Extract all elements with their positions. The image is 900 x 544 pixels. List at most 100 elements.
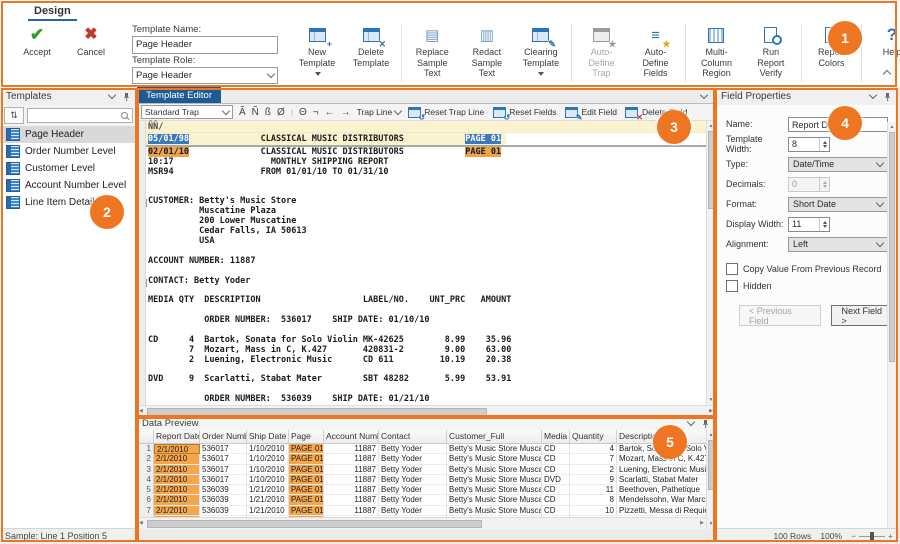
format-select[interactable]: Short Date [788, 197, 888, 212]
scrollbar-thumb[interactable] [708, 440, 714, 490]
templates-search-input[interactable] [27, 108, 133, 123]
chevron-down-icon[interactable] [869, 91, 877, 99]
ribbon-button-auto-define-fields[interactable]: ≡★Auto-Define Fields [628, 22, 682, 84]
sidebar-item-account-number-level[interactable]: Account Number Level [0, 177, 137, 194]
scrollbar-thumb[interactable] [147, 408, 487, 416]
pin-icon[interactable] [701, 419, 710, 429]
chevron-down-icon[interactable] [700, 91, 708, 99]
display-width-stepper[interactable]: 11 [788, 217, 830, 232]
zoom-out-button[interactable]: − [851, 531, 856, 541]
zoom-slider-track[interactable] [859, 536, 885, 537]
report-line[interactable]: USA [148, 237, 706, 247]
table-row[interactable]: 22/1/20105360171/10/2010PAGE 0111887Bett… [137, 454, 706, 464]
nonblank-trap-button[interactable]: Ø [277, 107, 285, 118]
alpha-trap-button[interactable]: Ã [239, 107, 246, 118]
zoom-slider-thumb[interactable] [870, 532, 874, 541]
ribbon-button-delete-template[interactable]: ✕Delete Template [344, 22, 398, 84]
ribbon-button-replace-sample-text[interactable]: ▤Replace Sample Text [405, 22, 460, 84]
scroll-up-arrow[interactable]: ▲ [708, 123, 714, 129]
numeric-trap-button[interactable]: Ñ [252, 107, 259, 118]
column-header-order-number[interactable]: Order Number [200, 430, 247, 444]
reset-fields-button[interactable]: ↺Reset Fields [492, 107, 556, 118]
reset-trap-line-button[interactable]: ↺Reset Trap Line [407, 107, 484, 118]
scroll-down-arrow[interactable]: ▼ [708, 397, 714, 403]
editor-vertical-scrollbar[interactable]: ▲ ▼ [706, 121, 715, 405]
trap-type-select[interactable]: Standard Trap [141, 105, 233, 119]
copy-value-from-previous-record-checkbox[interactable]: Copy Value From Previous Record [715, 260, 898, 277]
scrollbar-thumb[interactable] [147, 520, 482, 528]
report-line[interactable]: CONTACT: Betty Yoder [148, 277, 706, 287]
preview-horizontal-scrollbar[interactable]: ◀ ▶ [137, 517, 706, 529]
zoom-slider[interactable]: − + [851, 531, 893, 541]
scrollbar-thumb[interactable] [889, 132, 895, 362]
sidebar-item-order-number-level[interactable]: Order Number Level [0, 143, 137, 160]
editor-horizontal-scrollbar[interactable]: ◀ ▶ [137, 405, 715, 417]
shift-right-button[interactable]: → [341, 107, 351, 118]
ribbon-button-report-colors[interactable]: Report Colors [804, 22, 858, 84]
template-width-stepper[interactable]: 8 [788, 137, 830, 152]
column-header-media[interactable]: Media [542, 430, 570, 444]
report-line[interactable]: DVD 9 Scarlatti, Stabat Mater SBT 48282 … [148, 375, 706, 385]
pin-icon[interactable] [883, 92, 892, 102]
table-row[interactable]: 62/1/20105360391/21/2010PAGE 0111887Bett… [137, 495, 706, 505]
report-view[interactable]: »02/01/10 CLASSICAL MUSIC DISTRIBUTORS P… [146, 147, 706, 405]
alignment-select[interactable]: Left [788, 237, 888, 252]
preview-vertical-scrollbar[interactable]: ▲ ▼ [706, 430, 715, 529]
chevron-down-icon[interactable] [108, 91, 116, 99]
column-header-contact[interactable]: Contact [379, 430, 447, 444]
sample-text-row[interactable]: 05/01/98 CLASSICAL MUSIC DISTRIBUTORS PA… [146, 133, 706, 147]
collapse-ribbon-chevron[interactable] [884, 64, 890, 82]
table-row[interactable]: 12/1/20105360171/10/2010PAGE 0111887Bett… [137, 444, 706, 454]
ribbon-button-new-template[interactable]: +New Template [290, 22, 344, 84]
blank-trap-button[interactable]: ß [265, 107, 271, 118]
or-trap-button[interactable]: Θ [299, 107, 307, 118]
report-line[interactable]: ORDER NUMBER: 536039 SHIP DATE: 01/21/10 [148, 395, 706, 405]
properties-vertical-scrollbar[interactable]: ▲ ▼ [887, 122, 896, 544]
type-select[interactable]: Date/Time [788, 157, 888, 172]
table-row[interactable]: 52/1/20105360391/21/2010PAGE 0111887Bett… [137, 485, 706, 495]
column-header-page[interactable]: Page [289, 430, 324, 444]
template-name-input[interactable]: Page Header [132, 36, 278, 54]
trap-line-row[interactable]: ÑÑ/ [146, 121, 706, 133]
sort-icon[interactable]: ⇅ [4, 107, 24, 124]
shift-left-button[interactable]: ← [325, 107, 335, 118]
column-header-ship-date[interactable]: Ship Date [247, 430, 289, 444]
tab-design[interactable]: Design [28, 0, 77, 21]
report-line[interactable] [148, 178, 706, 188]
column-header-quantity[interactable]: Quantity [570, 430, 617, 444]
ribbon-button-run-report-verify[interactable]: Run Report Verify [744, 22, 798, 84]
report-line[interactable]: 2 Luening, Electronic Music CD 611 10.19… [148, 356, 706, 366]
trap-line-dropdown[interactable]: Trap Line [357, 107, 402, 117]
scroll-right-arrow[interactable]: ▶ [709, 407, 713, 416]
sidebar-item-line-item-detail[interactable]: Line Item Detail [0, 194, 137, 211]
scroll-left-arrow[interactable]: ◀ [139, 407, 143, 416]
ribbon-button-clearing-template[interactable]: ✎Clearing Template [514, 22, 568, 84]
column-header-report-date[interactable]: Report Date [154, 430, 200, 444]
sidebar-item-page-header[interactable]: Page Header [0, 126, 137, 143]
accept-button[interactable]: ✔ Accept [10, 22, 64, 84]
delete-field-button[interactable]: ✕Delete Field [625, 107, 687, 118]
ribbon-button-multi-column-region[interactable]: Multi-Column Region [689, 22, 744, 84]
name-input[interactable]: Report Date [788, 117, 888, 132]
pin-icon[interactable] [122, 92, 131, 102]
column-header-description[interactable]: Description [617, 430, 706, 444]
table-row[interactable]: 42/1/20105360171/10/2010PAGE 0111887Bett… [137, 475, 706, 485]
scroll-down-arrow[interactable]: ▼ [708, 521, 714, 527]
cancel-button[interactable]: ✖ Cancel [64, 22, 118, 84]
chevron-down-icon[interactable] [687, 418, 695, 426]
not-trap-button[interactable]: ¬ [313, 107, 319, 118]
column-header-account-number[interactable]: Account Number [324, 430, 379, 444]
sidebar-item-customer-level[interactable]: Customer Level [0, 160, 137, 177]
zoom-in-button[interactable]: + [888, 531, 893, 541]
report-line[interactable]: ACCOUNT NUMBER: 11887 [148, 257, 706, 267]
table-row[interactable]: 32/1/20105360171/10/2010PAGE 0111887Bett… [137, 465, 706, 475]
report-line[interactable]: MEDIA QTY DESCRIPTION LABEL/NO. UNT_PRC … [148, 296, 706, 306]
report-line[interactable]: ORDER NUMBER: 536017 SHIP DATE: 01/10/10 [148, 316, 706, 326]
edit-field-button[interactable]: ✎Edit Field [565, 107, 617, 118]
scroll-right-arrow[interactable]: ▶ [700, 519, 704, 528]
report-line[interactable]: Cedar Falls, IA 50613 [148, 227, 706, 237]
tab-template-editor[interactable]: Template Editor [137, 87, 221, 103]
ribbon-button-redact-sample-text[interactable]: ▥Redact Sample Text [460, 22, 514, 84]
scroll-left-arrow[interactable]: ◀ [139, 519, 143, 528]
hidden-checkbox[interactable]: Hidden [715, 277, 898, 294]
